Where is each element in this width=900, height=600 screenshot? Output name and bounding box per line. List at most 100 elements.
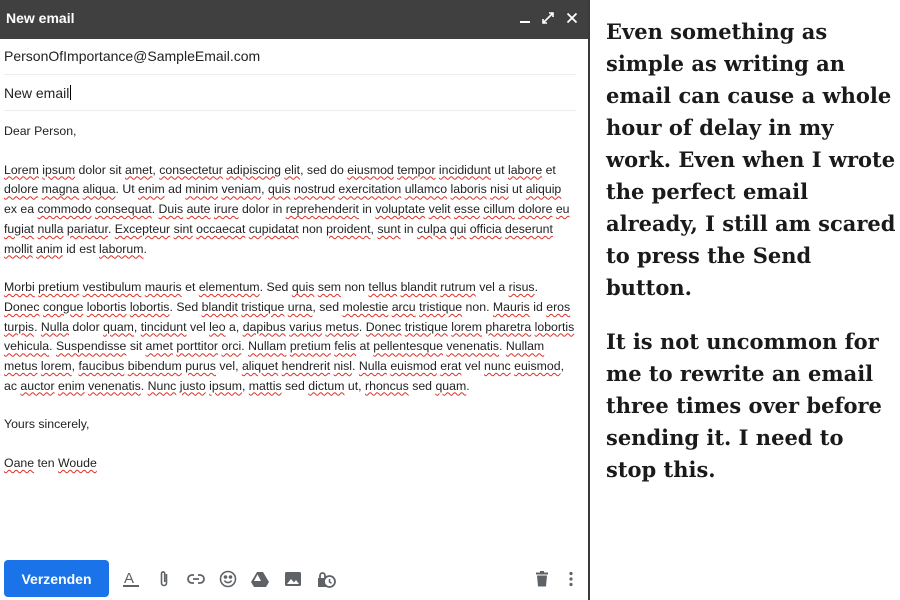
more-options-icon[interactable] bbox=[561, 569, 581, 589]
misspelled-word[interactable]: Woude bbox=[58, 456, 97, 470]
misspelled-word[interactable]: Duis bbox=[159, 202, 184, 216]
misspelled-word[interactable]: consequat bbox=[95, 202, 152, 216]
misspelled-word[interactable]: nisi bbox=[490, 182, 508, 196]
misspelled-word[interactable]: pariatur bbox=[67, 222, 108, 236]
misspelled-word[interactable]: fugiat bbox=[4, 222, 34, 236]
misspelled-word[interactable]: exercitation bbox=[338, 182, 401, 196]
misspelled-word[interactable]: congue bbox=[43, 300, 83, 314]
misspelled-word[interactable]: tristique bbox=[405, 320, 448, 334]
misspelled-word[interactable]: pretium bbox=[290, 339, 331, 353]
misspelled-word[interactable]: Nunc bbox=[148, 379, 177, 393]
misspelled-word[interactable]: deserunt bbox=[505, 222, 553, 236]
misspelled-word[interactable]: bibendum bbox=[128, 359, 182, 373]
misspelled-word[interactable]: irure bbox=[214, 202, 239, 216]
misspelled-word[interactable]: amet bbox=[125, 163, 152, 177]
misspelled-word[interactable]: dictum bbox=[308, 379, 344, 393]
misspelled-word[interactable]: rutrum bbox=[440, 280, 476, 294]
misspelled-word[interactable]: Morbi bbox=[4, 280, 35, 294]
misspelled-word[interactable]: euismod bbox=[514, 359, 560, 373]
misspelled-word[interactable]: sem bbox=[318, 280, 341, 294]
misspelled-word[interactable]: cillum bbox=[483, 202, 514, 216]
misspelled-word[interactable]: dolore bbox=[4, 182, 38, 196]
misspelled-word[interactable]: sunt bbox=[377, 222, 400, 236]
misspelled-word[interactable]: Donec bbox=[4, 300, 40, 314]
misspelled-word[interactable]: cupidatat bbox=[249, 222, 299, 236]
misspelled-word[interactable]: erat bbox=[440, 359, 461, 373]
misspelled-word[interactable]: esse bbox=[454, 202, 480, 216]
misspelled-word[interactable]: lobortis bbox=[87, 300, 127, 314]
misspelled-word[interactable]: justo bbox=[180, 379, 206, 393]
image-icon[interactable] bbox=[283, 569, 303, 589]
emoji-icon[interactable] bbox=[218, 569, 238, 589]
subject-field[interactable]: New email bbox=[4, 85, 72, 101]
misspelled-word[interactable]: elit bbox=[284, 163, 300, 177]
misspelled-word[interactable]: eros bbox=[546, 300, 570, 314]
misspelled-word[interactable]: qui bbox=[450, 222, 466, 236]
misspelled-word[interactable]: nostrud bbox=[294, 182, 335, 196]
misspelled-word[interactable]: Excepteur bbox=[115, 222, 170, 236]
misspelled-word[interactable]: euismod bbox=[390, 359, 436, 373]
misspelled-word[interactable]: culpa bbox=[417, 222, 446, 236]
recipient-field[interactable]: PersonOfImportance@SampleEmail.com bbox=[4, 48, 260, 64]
misspelled-word[interactable]: pellentesque bbox=[373, 339, 443, 353]
misspelled-word[interactable]: consectetur bbox=[159, 163, 223, 177]
misspelled-word[interactable]: blandit bbox=[202, 300, 238, 314]
misspelled-word[interactable]: turpis bbox=[4, 320, 34, 334]
misspelled-word[interactable]: tincidunt bbox=[141, 320, 187, 334]
misspelled-word[interactable]: vestibulum bbox=[83, 280, 142, 294]
misspelled-word[interactable]: tristique bbox=[241, 300, 284, 314]
misspelled-word[interactable]: officia bbox=[470, 222, 502, 236]
misspelled-word[interactable]: enim bbox=[138, 182, 165, 196]
misspelled-word[interactable]: velit bbox=[429, 202, 451, 216]
misspelled-word[interactable]: hendrerit bbox=[282, 359, 331, 373]
misspelled-word[interactable]: quis bbox=[292, 280, 315, 294]
misspelled-word[interactable]: anim bbox=[36, 242, 63, 256]
format-text-icon[interactable]: A bbox=[121, 569, 141, 589]
misspelled-word[interactable]: urna bbox=[288, 300, 313, 314]
misspelled-word[interactable]: pretium bbox=[38, 280, 79, 294]
misspelled-word[interactable]: pharetra bbox=[485, 320, 531, 334]
misspelled-word[interactable]: risus bbox=[509, 280, 535, 294]
misspelled-word[interactable]: aliquet bbox=[242, 359, 278, 373]
misspelled-word[interactable]: voluptate bbox=[375, 202, 425, 216]
misspelled-word[interactable]: lobortis bbox=[130, 300, 170, 314]
recipients-row[interactable]: PersonOfImportance@SampleEmail.com bbox=[4, 39, 576, 75]
misspelled-word[interactable]: Nulla bbox=[359, 359, 387, 373]
misspelled-word[interactable]: tellus bbox=[368, 280, 397, 294]
misspelled-word[interactable]: blandit bbox=[401, 280, 437, 294]
misspelled-word[interactable]: laborum bbox=[99, 242, 143, 256]
misspelled-word[interactable]: adipiscing bbox=[226, 163, 281, 177]
misspelled-word[interactable]: varius bbox=[289, 320, 322, 334]
misspelled-word[interactable]: quis bbox=[268, 182, 291, 196]
misspelled-word[interactable]: elementum bbox=[199, 280, 260, 294]
misspelled-word[interactable]: Mauris bbox=[493, 300, 530, 314]
misspelled-word[interactable]: Lorem bbox=[4, 163, 39, 177]
subject-row[interactable]: New email bbox=[4, 75, 576, 111]
misspelled-word[interactable]: mollit bbox=[4, 242, 33, 256]
expand-icon[interactable] bbox=[538, 8, 558, 28]
misspelled-word[interactable]: aliquip bbox=[526, 182, 562, 196]
misspelled-word[interactable]: incididunt bbox=[439, 163, 491, 177]
misspelled-word[interactable]: purus bbox=[185, 359, 216, 373]
attach-icon[interactable] bbox=[154, 569, 174, 589]
misspelled-word[interactable]: magna bbox=[42, 182, 80, 196]
misspelled-word[interactable]: auctor bbox=[20, 379, 54, 393]
delete-icon[interactable] bbox=[532, 569, 552, 589]
misspelled-word[interactable]: dapibus bbox=[243, 320, 286, 334]
misspelled-word[interactable]: arcu bbox=[392, 300, 416, 314]
misspelled-word[interactable]: faucibus bbox=[79, 359, 125, 373]
misspelled-word[interactable]: minim bbox=[185, 182, 218, 196]
misspelled-word[interactable]: Nullam bbox=[506, 339, 544, 353]
misspelled-word[interactable]: mauris bbox=[145, 280, 182, 294]
misspelled-word[interactable]: nisl bbox=[334, 359, 352, 373]
misspelled-word[interactable]: Oane bbox=[4, 456, 34, 470]
schedule-icon[interactable] bbox=[315, 569, 336, 589]
misspelled-word[interactable]: tempor bbox=[397, 163, 435, 177]
misspelled-word[interactable]: orci bbox=[221, 339, 241, 353]
misspelled-word[interactable]: ipsum bbox=[209, 379, 242, 393]
misspelled-word[interactable]: amet bbox=[146, 339, 173, 353]
misspelled-word[interactable]: lobortis bbox=[535, 320, 575, 334]
misspelled-word[interactable]: leo bbox=[209, 320, 225, 334]
misspelled-word[interactable]: quam bbox=[103, 320, 134, 334]
misspelled-word[interactable]: veniam bbox=[221, 182, 261, 196]
